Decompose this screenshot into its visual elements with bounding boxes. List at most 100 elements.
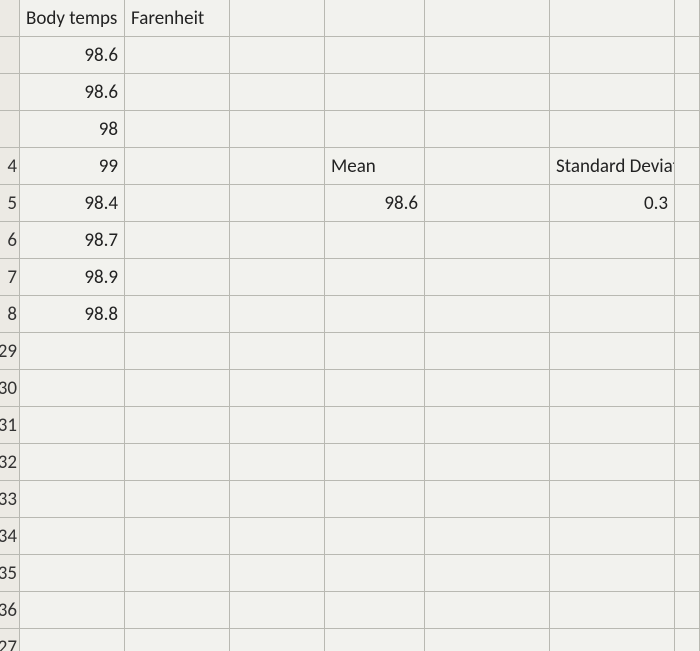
cell[interactable] (125, 518, 230, 555)
row-header[interactable]: 7 (0, 259, 20, 296)
row-header[interactable] (0, 0, 20, 37)
cell[interactable] (20, 407, 125, 444)
cell[interactable] (325, 629, 425, 651)
cell[interactable] (675, 111, 700, 148)
cell-stddev-value[interactable]: 0.3 (550, 185, 675, 222)
cell[interactable] (325, 555, 425, 592)
cell[interactable] (230, 555, 325, 592)
cell-data[interactable]: 98.9 (20, 259, 125, 296)
cell[interactable] (425, 185, 550, 222)
cell[interactable] (325, 296, 425, 333)
cell-data[interactable]: 99 (20, 148, 125, 185)
cell[interactable] (425, 296, 550, 333)
row-header[interactable]: 5 (0, 185, 20, 222)
cell[interactable] (675, 592, 700, 629)
cell[interactable] (550, 481, 675, 518)
row-header[interactable]: 35 (0, 555, 20, 592)
cell[interactable] (675, 259, 700, 296)
cell[interactable] (125, 222, 230, 259)
cell[interactable] (230, 296, 325, 333)
cell[interactable] (675, 481, 700, 518)
cell[interactable] (325, 444, 425, 481)
cell[interactable] (20, 592, 125, 629)
cell[interactable] (550, 222, 675, 259)
spreadsheet-grid[interactable]: Body temps Farenheit 98.6 98.6 98 4 99 M… (0, 0, 700, 651)
cell[interactable] (230, 370, 325, 407)
cell[interactable] (425, 592, 550, 629)
cell[interactable] (125, 555, 230, 592)
cell[interactable] (675, 296, 700, 333)
cell[interactable] (425, 444, 550, 481)
cell-data[interactable]: 98.8 (20, 296, 125, 333)
row-header[interactable]: 33 (0, 481, 20, 518)
cell[interactable] (675, 518, 700, 555)
cell[interactable] (550, 555, 675, 592)
cell-data[interactable]: 98.6 (20, 74, 125, 111)
cell[interactable] (425, 37, 550, 74)
cell[interactable] (20, 444, 125, 481)
cell[interactable] (675, 185, 700, 222)
cell[interactable] (425, 259, 550, 296)
cell[interactable] (230, 518, 325, 555)
cell[interactable] (125, 592, 230, 629)
cell[interactable] (125, 259, 230, 296)
cell[interactable] (325, 592, 425, 629)
cell-mean-value[interactable]: 98.6 (325, 185, 425, 222)
cell[interactable] (125, 296, 230, 333)
cell[interactable] (675, 444, 700, 481)
cell[interactable] (425, 629, 550, 651)
cell-data[interactable]: 98.6 (20, 37, 125, 74)
cell[interactable] (230, 592, 325, 629)
cell-data[interactable]: 98 (20, 111, 125, 148)
cell[interactable] (550, 0, 675, 37)
cell[interactable] (125, 481, 230, 518)
cell[interactable] (325, 222, 425, 259)
cell[interactable] (230, 111, 325, 148)
cell[interactable] (20, 629, 125, 651)
cell[interactable] (325, 259, 425, 296)
cell[interactable] (425, 518, 550, 555)
cell[interactable] (125, 37, 230, 74)
cell[interactable] (325, 0, 425, 37)
cell[interactable] (550, 592, 675, 629)
cell[interactable] (675, 148, 700, 185)
cell[interactable] (20, 555, 125, 592)
row-header[interactable] (0, 74, 20, 111)
cell[interactable] (550, 333, 675, 370)
cell[interactable] (325, 111, 425, 148)
cell[interactable] (425, 407, 550, 444)
cell-data[interactable]: 98.4 (20, 185, 125, 222)
cell[interactable] (125, 407, 230, 444)
row-header[interactable] (0, 37, 20, 74)
cell[interactable] (230, 407, 325, 444)
cell[interactable] (325, 481, 425, 518)
cell[interactable] (550, 444, 675, 481)
cell-mean-label[interactable]: Mean (325, 148, 425, 185)
cell[interactable] (325, 37, 425, 74)
cell[interactable] (230, 333, 325, 370)
cell[interactable] (125, 333, 230, 370)
cell[interactable] (325, 370, 425, 407)
cell[interactable] (675, 0, 700, 37)
cell[interactable] (550, 37, 675, 74)
cell[interactable] (20, 518, 125, 555)
cell[interactable] (230, 37, 325, 74)
cell[interactable] (325, 74, 425, 111)
row-header[interactable]: 36 (0, 592, 20, 629)
cell[interactable] (230, 444, 325, 481)
cell-stddev-label[interactable]: Standard Deviation (550, 148, 675, 185)
cell[interactable] (125, 148, 230, 185)
cell[interactable] (550, 629, 675, 651)
cell[interactable] (425, 0, 550, 37)
row-header[interactable]: 31 (0, 407, 20, 444)
cell[interactable] (425, 333, 550, 370)
cell[interactable] (230, 629, 325, 651)
cell[interactable] (20, 370, 125, 407)
cell[interactable] (550, 407, 675, 444)
row-header[interactable]: 29 (0, 333, 20, 370)
cell[interactable] (550, 370, 675, 407)
cell[interactable] (675, 629, 700, 651)
cell[interactable] (20, 333, 125, 370)
row-header[interactable] (0, 111, 20, 148)
cell[interactable] (325, 407, 425, 444)
